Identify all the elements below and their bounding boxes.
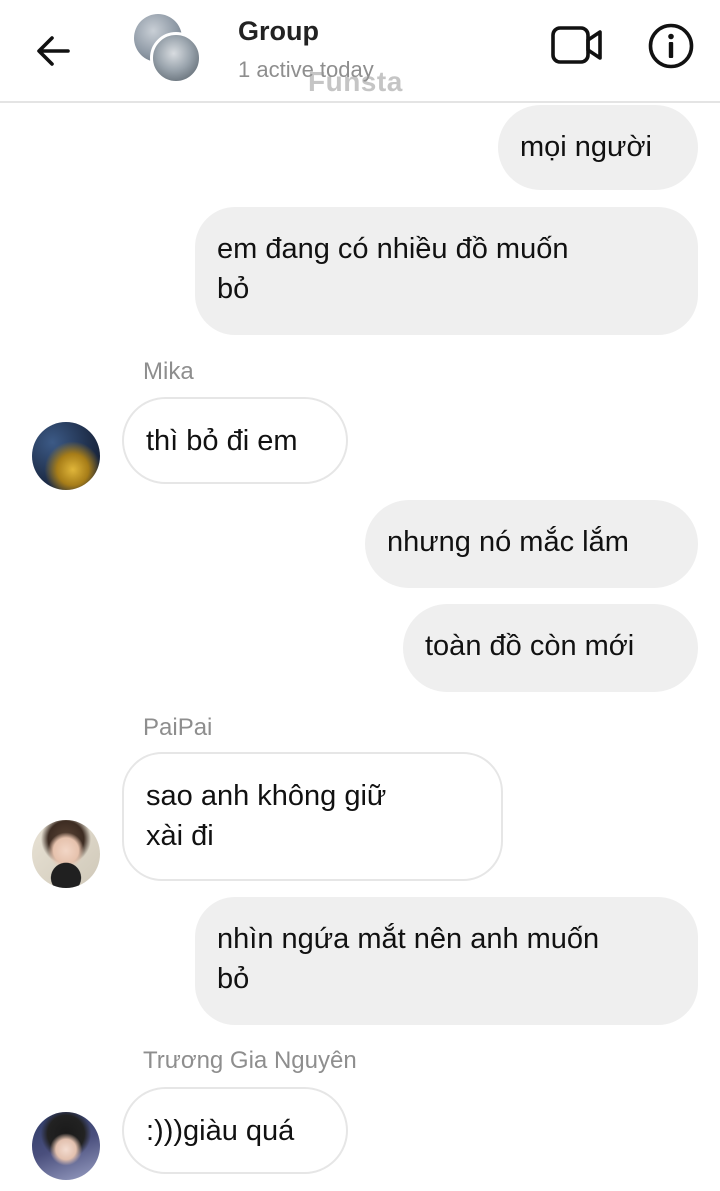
info-circle-icon <box>648 23 694 69</box>
video-call-button[interactable] <box>548 20 606 70</box>
sender-name: PaiPai <box>143 714 213 741</box>
message-text: thì bỏ đi em <box>146 425 298 457</box>
message-text: sao anh không giữ <box>146 780 387 812</box>
group-avatar[interactable] <box>134 14 204 84</box>
message-text: xài đi <box>146 820 214 852</box>
message-text: bỏ <box>217 963 250 995</box>
outgoing-message[interactable]: toàn đồ còn mới <box>403 604 698 692</box>
outgoing-message[interactable]: em đang có nhiều đồ muốn bỏ <box>195 207 698 335</box>
message-text: bỏ <box>217 273 250 305</box>
outgoing-message[interactable]: nhìn ngứa mắt nên anh muốn bỏ <box>195 897 698 1025</box>
message-text: :)))giàu quá <box>146 1115 295 1147</box>
message-text: em đang có nhiều đồ muốn <box>217 233 569 265</box>
incoming-message[interactable]: thì bỏ đi em <box>122 397 348 484</box>
avatar <box>150 32 202 84</box>
back-button[interactable] <box>28 26 78 76</box>
video-camera-icon <box>551 26 602 64</box>
avatar[interactable] <box>32 422 100 490</box>
avatar[interactable] <box>32 820 100 888</box>
avatar[interactable] <box>32 1112 100 1180</box>
chat-title[interactable]: Group <box>238 16 319 47</box>
message-text: nhưng nó mắc lắm <box>387 526 629 558</box>
outgoing-message[interactable]: nhưng nó mắc lắm <box>365 500 698 588</box>
sender-name: Mika <box>143 358 194 385</box>
arrow-left-icon <box>37 36 70 66</box>
message-text: toàn đồ còn mới <box>425 630 635 662</box>
watermark: Funsta <box>308 66 403 97</box>
message-text: nhìn ngứa mắt nên anh muốn <box>217 923 600 955</box>
incoming-message[interactable]: sao anh không giữ xài đi <box>122 752 503 881</box>
incoming-message[interactable]: :)))giàu quá <box>122 1087 348 1174</box>
info-button[interactable] <box>645 20 697 72</box>
chat-screen: Group 1 active today Funsta mọi người em… <box>0 0 720 1191</box>
message-text: mọi người <box>520 131 652 163</box>
outgoing-message[interactable]: mọi người <box>498 105 698 190</box>
chat-header: Group 1 active today Funsta <box>0 0 720 103</box>
sender-name: Trương Gia Nguyên <box>143 1047 357 1074</box>
